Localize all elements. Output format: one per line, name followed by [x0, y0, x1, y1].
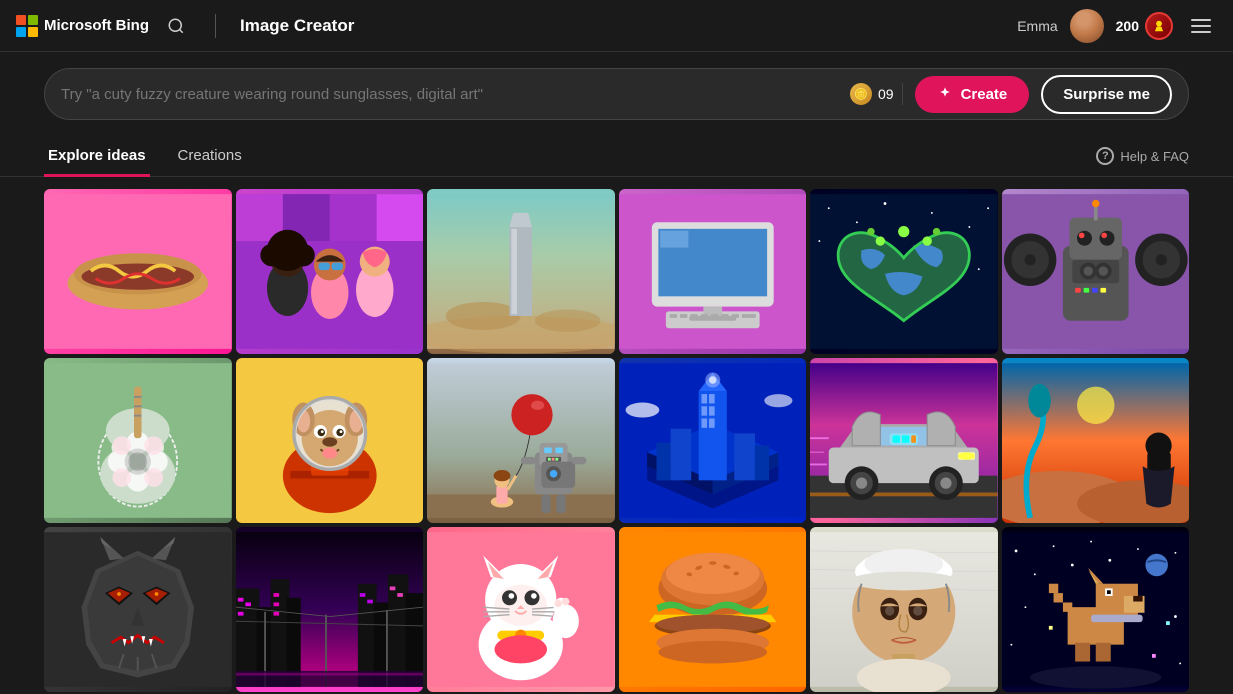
- image-space-dog[interactable]: [1002, 527, 1190, 692]
- header-divider: [215, 14, 216, 38]
- coin-number: 09: [878, 86, 894, 102]
- page-title: Image Creator: [240, 16, 354, 36]
- create-button[interactable]: Create: [915, 76, 1030, 113]
- image-monolith[interactable]: [427, 189, 615, 354]
- image-girls[interactable]: [236, 189, 424, 354]
- search-input[interactable]: [61, 86, 838, 103]
- reward-icon: [1145, 12, 1173, 40]
- bing-brand-text: Microsoft Bing: [44, 17, 149, 34]
- tabs-row: Explore ideas Creations ? Help & FAQ: [0, 136, 1233, 177]
- image-burger[interactable]: [619, 527, 807, 692]
- tab-explore-ideas[interactable]: Explore ideas: [44, 137, 150, 177]
- menu-button[interactable]: [1185, 13, 1217, 39]
- image-worker[interactable]: [810, 527, 998, 692]
- bing-logo[interactable]: Microsoft Bing: [16, 15, 149, 37]
- image-delorean[interactable]: [810, 358, 998, 523]
- image-demon-mask[interactable]: [44, 527, 232, 692]
- image-robot-boombox[interactable]: [1002, 189, 1190, 354]
- header-right: Emma 200: [1017, 9, 1217, 43]
- wand-icon: [937, 86, 953, 102]
- coins-count: 200: [1116, 18, 1139, 34]
- menu-icon: [1191, 25, 1211, 27]
- menu-icon: [1191, 19, 1211, 21]
- coin-count-display: 🪙 09: [850, 83, 903, 105]
- help-faq-text: Help & FAQ: [1120, 149, 1189, 164]
- coin-small-icon: 🪙: [850, 83, 872, 105]
- bing-logo-grid: [16, 15, 38, 37]
- help-faq-link[interactable]: ? Help & FAQ: [1096, 147, 1189, 165]
- avatar[interactable]: [1070, 9, 1104, 43]
- search-section: 🪙 09 Create Surprise me: [0, 52, 1233, 136]
- image-lucky-cat[interactable]: [427, 527, 615, 692]
- image-computer[interactable]: [619, 189, 807, 354]
- image-desert-figure[interactable]: [1002, 358, 1190, 523]
- surprise-button[interactable]: Surprise me: [1041, 75, 1172, 114]
- help-icon: ?: [1096, 147, 1114, 165]
- header-left: Microsoft Bing Image Creator: [16, 11, 354, 41]
- image-doge[interactable]: [236, 358, 424, 523]
- tab-creations[interactable]: Creations: [174, 137, 246, 177]
- search-icon-button[interactable]: [161, 11, 191, 41]
- create-label: Create: [961, 86, 1008, 103]
- image-robot-balloon[interactable]: [427, 358, 615, 523]
- image-hotdog[interactable]: [44, 189, 232, 354]
- search-icon: [167, 17, 185, 35]
- image-city[interactable]: [619, 358, 807, 523]
- user-name: Emma: [1017, 18, 1057, 34]
- image-guitar[interactable]: [44, 358, 232, 523]
- menu-icon: [1191, 31, 1211, 33]
- search-bar: 🪙 09 Create Surprise me: [44, 68, 1189, 120]
- coins-badge: 200: [1116, 12, 1173, 40]
- image-earth-heart[interactable]: [810, 189, 998, 354]
- header: Microsoft Bing Image Creator Emma 200: [0, 0, 1233, 52]
- surprise-label: Surprise me: [1063, 86, 1150, 103]
- image-grid: [0, 177, 1233, 692]
- image-neon-city[interactable]: [236, 527, 424, 692]
